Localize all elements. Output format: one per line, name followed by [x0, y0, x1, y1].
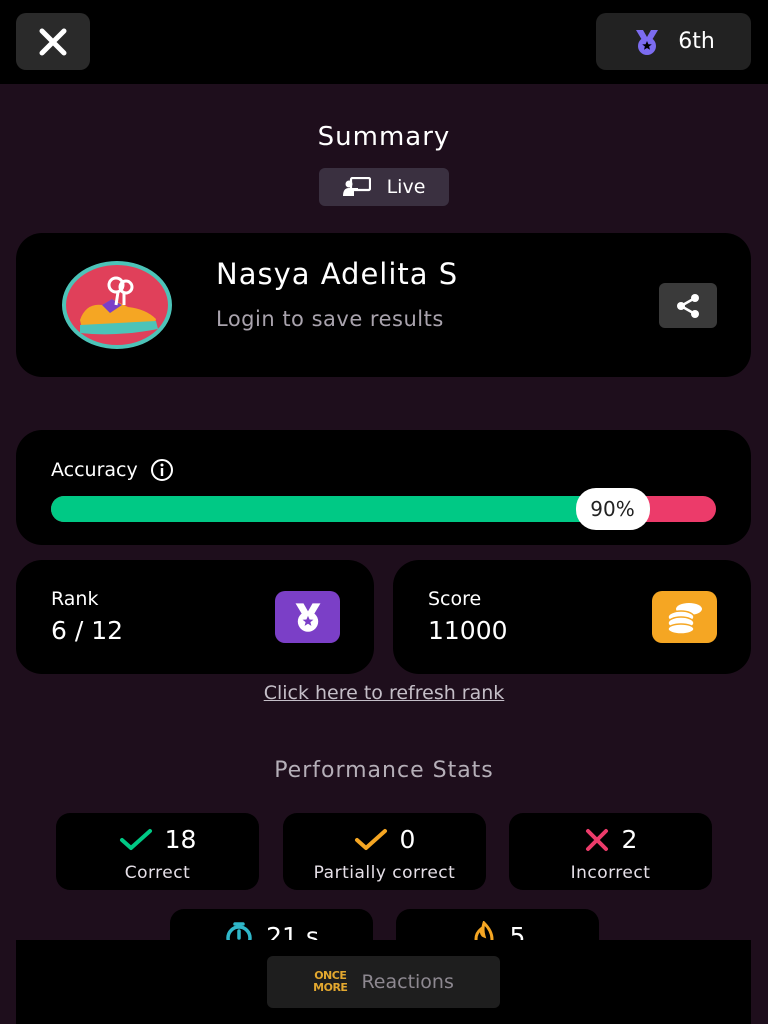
stat-correct-value: 18 [164, 825, 197, 854]
bottom-bar: ONCE MORE Reactions [16, 940, 751, 1024]
accuracy-label: Accuracy [51, 459, 138, 481]
rank-value: 6 / 12 [51, 616, 124, 645]
rank-card: Rank 6 / 12 [16, 560, 374, 674]
rank-label: Rank [51, 588, 99, 610]
score-coins-icon-box [652, 591, 717, 643]
score-value: 11000 [428, 616, 508, 645]
score-card: Score 11000 [393, 560, 751, 674]
once-more-logo-line2: MORE [313, 981, 348, 994]
stat-correct-label: Correct [124, 863, 191, 883]
accuracy-heading: Accuracy [51, 458, 174, 482]
share-icon [677, 293, 699, 318]
accuracy-card: Accuracy 90% [16, 430, 751, 545]
once-more-logo: ONCE MORE [313, 970, 348, 994]
accuracy-bar-fill [51, 496, 650, 522]
close-icon [39, 28, 67, 55]
score-label: Score [428, 588, 482, 610]
check-icon [119, 828, 152, 850]
stat-correct: 18 Correct [56, 813, 259, 890]
rank-badge-text: 6th [678, 29, 715, 54]
stat-incorrect-value: 2 [621, 825, 638, 854]
top-bar: 6th [0, 0, 768, 84]
stat-incorrect: 2 Incorrect [509, 813, 712, 890]
page-title: Summary [317, 122, 451, 152]
avatar [62, 261, 172, 349]
cross-icon [585, 828, 608, 851]
rank-medal-icon-box [275, 591, 340, 643]
reactions-button[interactable]: ONCE MORE Reactions [267, 956, 500, 1008]
login-prompt[interactable]: Login to save results [216, 307, 444, 331]
refresh-rank-link[interactable]: Click here to refresh rank [0, 682, 768, 704]
medal-icon [295, 603, 320, 632]
live-classroom-icon [342, 177, 371, 196]
player-name: Nasya Adelita S [216, 257, 459, 291]
mode-label: Live [386, 176, 426, 198]
stat-partially-correct: 0 Partially correct [283, 813, 486, 890]
medal-icon [636, 29, 659, 55]
profile-card: Nasya Adelita S Login to save results [16, 233, 751, 377]
performance-stats-title: Performance Stats [274, 758, 494, 783]
rank-badge[interactable]: 6th [596, 13, 751, 70]
sneaker-avatar-icon [80, 276, 158, 335]
share-button[interactable] [659, 283, 717, 328]
coins-icon [666, 603, 702, 635]
close-button[interactable] [16, 13, 90, 70]
mode-badge: Live [319, 168, 449, 206]
stat-incorrect-label: Incorrect [570, 863, 651, 883]
reactions-label: Reactions [361, 971, 454, 993]
check-icon [354, 828, 387, 850]
stat-partial-value: 0 [399, 825, 416, 854]
accuracy-bar: 90% [51, 488, 716, 530]
stat-partial-label: Partially correct [313, 863, 456, 883]
accuracy-value: 90% [575, 488, 650, 530]
info-icon[interactable] [150, 458, 174, 482]
